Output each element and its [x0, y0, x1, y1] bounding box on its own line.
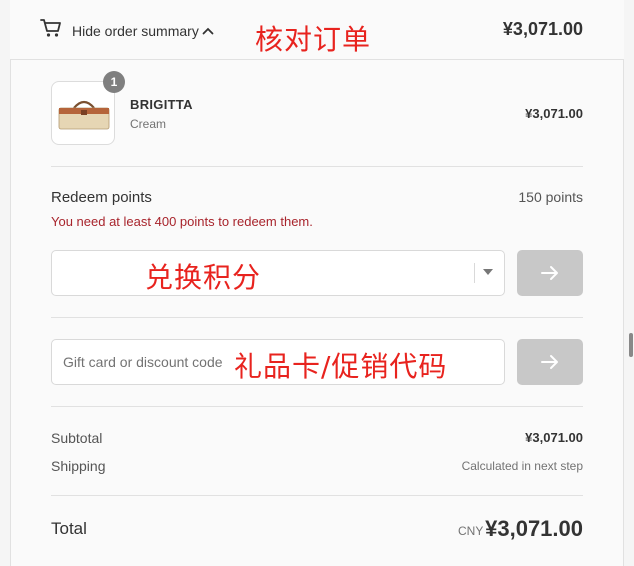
- shipping-label: Shipping: [51, 458, 106, 474]
- redeem-points-select[interactable]: [51, 250, 505, 296]
- annotation-redeem-points: 兑换积分: [145, 261, 262, 294]
- divider: [51, 166, 583, 167]
- divider: [51, 495, 583, 496]
- quantity-badge: 1: [103, 71, 125, 93]
- shipping-value: Calculated in next step: [461, 459, 583, 473]
- toggle-summary-label[interactable]: Hide order summary: [72, 23, 199, 39]
- product-variant: Cream: [130, 117, 167, 131]
- redeem-points-title: Redeem points: [51, 189, 152, 206]
- redeem-error-message: You need at least 400 points to redeem t…: [51, 214, 313, 229]
- redeem-apply-button[interactable]: [517, 250, 583, 296]
- arrow-right-icon: [541, 266, 558, 280]
- product-image: [51, 81, 115, 145]
- discount-code-placeholder: Gift card or discount code: [63, 354, 223, 370]
- blank-patch: [282, 265, 345, 289]
- annotation-gift-card: 礼品卡/促销代码: [234, 350, 448, 383]
- divider: [51, 406, 583, 407]
- annotation-review-order: 核对订单: [255, 23, 372, 56]
- chevron-down-icon[interactable]: [483, 269, 493, 275]
- arrow-right-icon: [541, 355, 558, 369]
- total-currency: CNY: [458, 524, 484, 538]
- cart-icon: [40, 19, 61, 37]
- subtotal-label: Subtotal: [51, 430, 103, 446]
- handbag-icon: [58, 100, 110, 130]
- scrollbar-thumb[interactable]: [629, 333, 633, 357]
- total-label: Total: [51, 519, 87, 538]
- select-separator: [474, 263, 475, 283]
- header-total-price: ¥3,071.00: [502, 19, 583, 39]
- discount-apply-button[interactable]: [517, 339, 583, 385]
- chevron-up-icon[interactable]: [202, 27, 214, 35]
- divider: [51, 317, 583, 318]
- product-price: ¥3,071.00: [525, 106, 583, 121]
- product-name: BRIGITTA: [130, 97, 193, 112]
- points-balance: 150 points: [518, 189, 583, 205]
- total-value: ¥3,071.00: [485, 516, 583, 541]
- subtotal-value: ¥3,071.00: [525, 430, 583, 445]
